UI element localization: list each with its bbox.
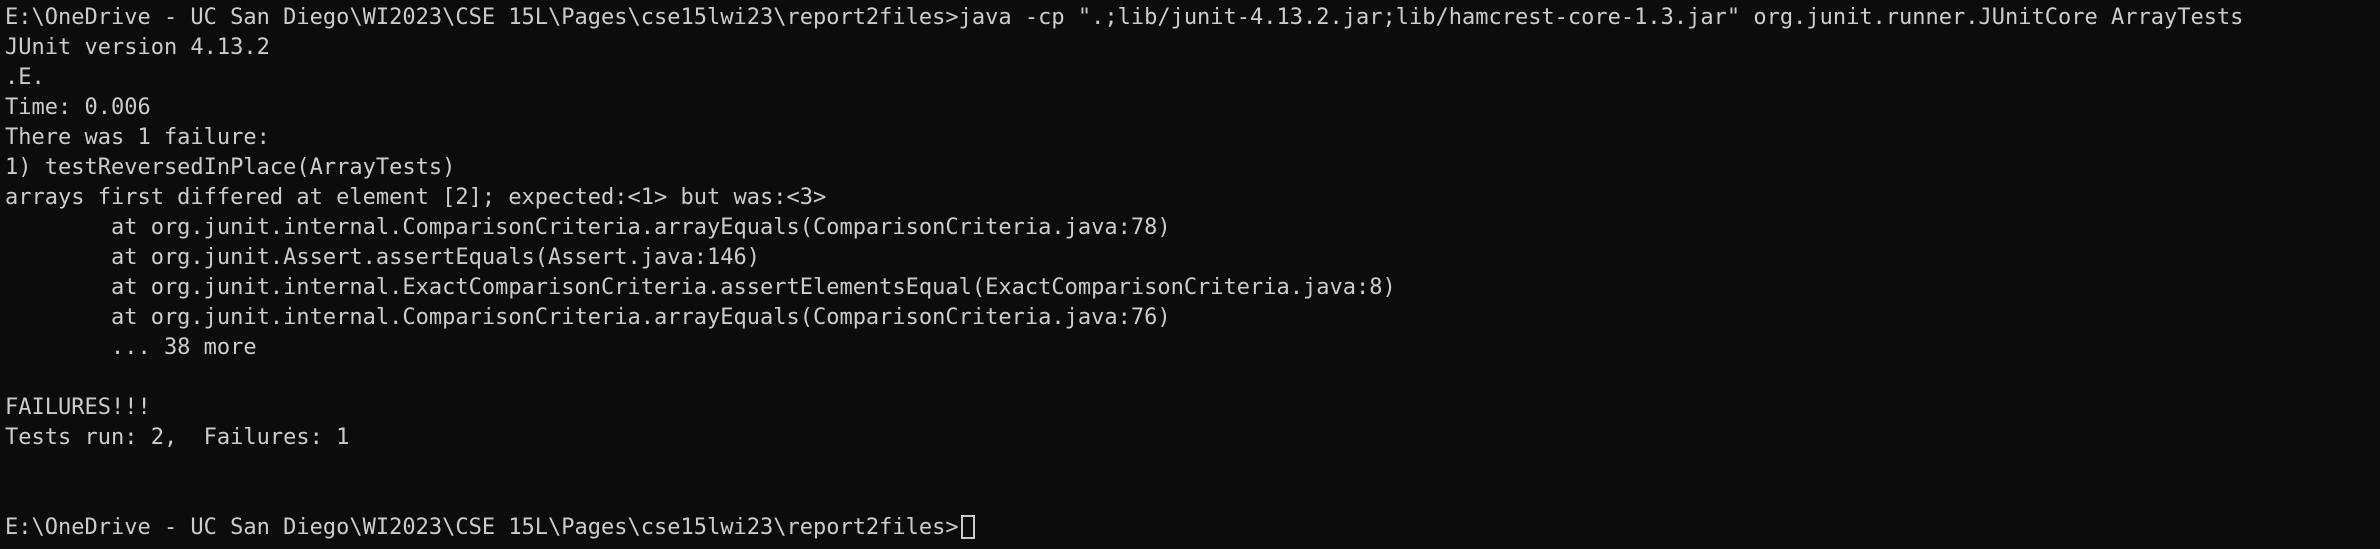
test-summary-line: Tests run: 2, Failures: 1 <box>5 425 350 450</box>
stack-trace-more-line: ... 38 more <box>5 335 257 360</box>
failure-message-line: arrays first differed at element [2]; ex… <box>5 185 827 210</box>
stack-trace-line: at org.junit.Assert.assertEquals(Assert.… <box>5 245 760 270</box>
failure-count-line: There was 1 failure: <box>5 125 270 150</box>
stack-trace-line: at org.junit.internal.ComparisonCriteria… <box>5 215 1171 240</box>
prompt-text: E:\OneDrive - UC San Diego\WI2023\CSE 15… <box>5 515 959 540</box>
failures-banner-line: FAILURES!!! <box>5 395 151 420</box>
text-cursor[interactable] <box>960 515 975 539</box>
command-line: E:\OneDrive - UC San Diego\WI2023\CSE 15… <box>5 5 2244 30</box>
stack-trace-line: at org.junit.internal.ExactComparisonCri… <box>5 275 1396 300</box>
time-line: Time: 0.006 <box>5 95 151 120</box>
terminal-window[interactable]: E:\OneDrive - UC San Diego\WI2023\CSE 15… <box>0 0 2380 549</box>
test-progress-line: .E. <box>5 65 45 90</box>
junit-version-line: JUnit version 4.13.2 <box>5 35 270 60</box>
prompt-line[interactable]: E:\OneDrive - UC San Diego\WI2023\CSE 15… <box>5 513 2380 543</box>
stack-trace-line: at org.junit.internal.ComparisonCriteria… <box>5 305 1171 330</box>
failed-test-name-line: 1) testReversedInPlace(ArrayTests) <box>5 155 456 180</box>
